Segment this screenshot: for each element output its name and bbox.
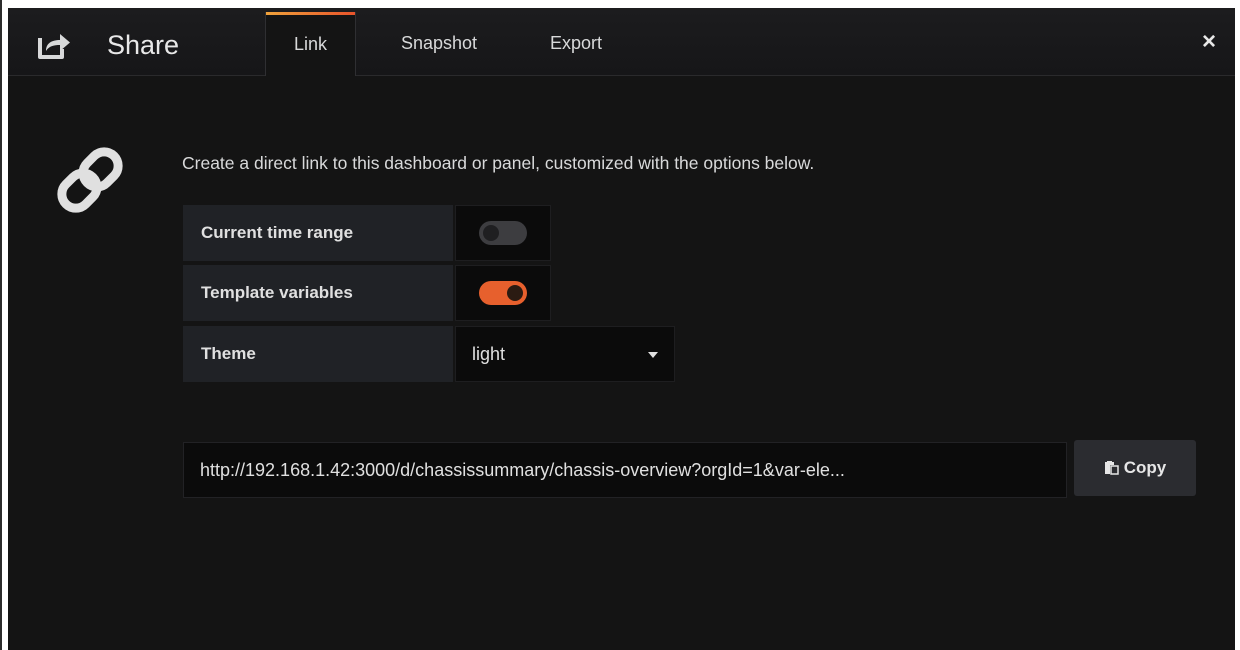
copy-label: Copy (1123, 458, 1167, 477)
option-row-theme: Theme light (183, 326, 675, 382)
template-variables-label: Template variables (183, 265, 453, 321)
option-row-time-range: Current time range (183, 205, 551, 261)
tab-link[interactable]: Link (265, 12, 356, 76)
option-row-template-variables: Template variables (183, 265, 551, 321)
share-url-input[interactable]: http://192.168.1.42:3000/d/chassissummar… (183, 442, 1067, 498)
share-description: Create a direct link to this dashboard o… (182, 153, 815, 173)
tab-export-label: Export (549, 33, 603, 53)
tab-snapshot[interactable]: Snapshot (374, 12, 504, 75)
tab-snapshot-label: Snapshot (400, 33, 478, 53)
window-edge (0, 0, 2, 650)
template-variables-control (455, 265, 551, 321)
time-range-control (455, 205, 551, 261)
share-url-text: http://192.168.1.42:3000/d/chassissummar… (200, 459, 845, 480)
theme-value: light (472, 343, 506, 364)
template-variables-toggle[interactable] (479, 281, 527, 305)
close-button[interactable]: × (1195, 28, 1223, 56)
copy-button[interactable]: Copy (1074, 440, 1196, 496)
tab-link-label: Link (293, 33, 328, 54)
caret-down-icon (648, 352, 658, 358)
modal-header: Share Link Snapshot Export × (8, 8, 1235, 76)
clipboard-icon (1104, 461, 1119, 475)
toggle-knob (483, 225, 499, 241)
modal-title: Share (107, 30, 180, 60)
theme-select[interactable]: light (455, 326, 675, 382)
share-modal: Share Link Snapshot Export × Create a di… (8, 8, 1235, 650)
toggle-knob (507, 285, 523, 301)
theme-label: Theme (183, 326, 453, 382)
close-icon: × (1201, 28, 1216, 55)
link-icon (50, 140, 130, 220)
time-range-label: Current time range (183, 205, 453, 261)
tab-export[interactable]: Export (523, 12, 629, 75)
share-icon (36, 30, 72, 60)
time-range-toggle[interactable] (479, 221, 527, 245)
